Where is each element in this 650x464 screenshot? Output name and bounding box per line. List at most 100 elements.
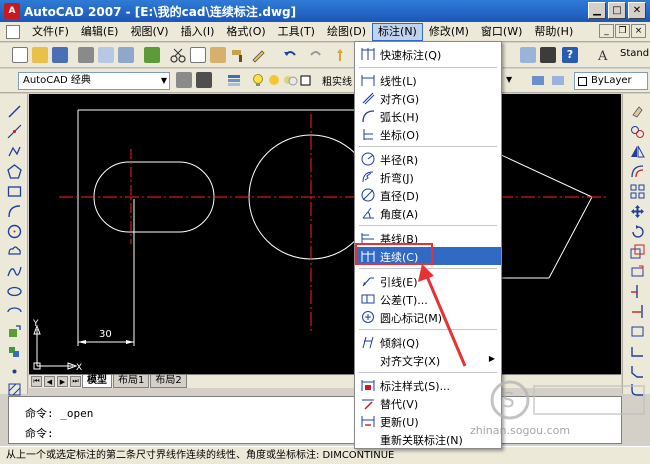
line-icon[interactable] (7, 104, 22, 119)
cut-icon[interactable] (170, 47, 186, 63)
text-style-icon[interactable]: A (596, 47, 612, 64)
menu-item-aligned[interactable]: 对齐(G) (355, 89, 501, 107)
hatch-icon[interactable] (7, 382, 22, 397)
tab-model[interactable]: 模型 (82, 375, 112, 388)
publish-icon[interactable] (118, 47, 134, 63)
layer-color-icon[interactable] (298, 72, 314, 88)
menu-window[interactable]: 窗口(W) (475, 23, 528, 41)
polygon-icon[interactable] (7, 164, 22, 179)
block-editor-icon[interactable] (250, 47, 266, 63)
plot-icon[interactable] (144, 47, 160, 63)
menu-view[interactable]: 视图(V) (124, 23, 174, 41)
copy-object-icon[interactable] (630, 124, 645, 139)
help-icon[interactable]: ? (562, 47, 578, 63)
move-icon[interactable] (630, 204, 645, 219)
menu-item-radius[interactable]: 半径(R) (355, 150, 501, 168)
layer-lock-icon[interactable] (282, 72, 298, 88)
layer-previous-icon[interactable] (550, 72, 566, 88)
revision-cloud-icon[interactable] (7, 244, 22, 259)
layer-dropdown-chevron-icon[interactable]: ▼ (506, 72, 522, 88)
menu-item-label: 快速标注(Q) (380, 49, 442, 62)
menu-item-linear[interactable]: 线性(L) (355, 71, 501, 89)
document-icon[interactable] (6, 24, 20, 39)
extend-icon[interactable] (630, 304, 645, 319)
doc-minimize-button[interactable]: _ (599, 24, 614, 38)
redo-icon[interactable] (308, 47, 324, 63)
doc-close-button[interactable]: × (631, 24, 646, 38)
menu-draw[interactable]: 绘图(D) (321, 23, 372, 41)
linetype-select[interactable]: ByLayer (574, 72, 648, 90)
menu-format[interactable]: 格式(O) (220, 23, 271, 41)
menu-item-arc-length[interactable]: 弧长(H) (355, 107, 501, 125)
polyline-icon[interactable] (7, 144, 22, 159)
last-tab-icon[interactable]: ⏭ (70, 376, 81, 387)
make-block-icon[interactable] (7, 344, 22, 359)
construction-line-icon[interactable] (7, 124, 22, 139)
doc-restore-button[interactable]: ❐ (615, 24, 630, 38)
print-preview-icon[interactable] (98, 47, 114, 63)
scale-icon[interactable] (630, 244, 645, 259)
menu-item-jogged[interactable]: 折弯(J) (355, 168, 501, 186)
next-tab-icon[interactable]: ▶ (57, 376, 68, 387)
sheet-set-icon[interactable] (520, 47, 536, 63)
point-icon[interactable] (7, 364, 22, 379)
rotate-icon[interactable] (630, 224, 645, 239)
ellipse-icon[interactable] (7, 284, 22, 299)
insert-block-icon[interactable] (7, 324, 22, 339)
menu-insert[interactable]: 插入(I) (175, 23, 221, 41)
lightbulb-icon[interactable] (250, 72, 266, 88)
workspace-select[interactable]: AutoCAD 经典 ▼ (18, 72, 170, 90)
menu-edit[interactable]: 编辑(E) (75, 23, 125, 41)
sun-icon[interactable] (266, 72, 282, 88)
tab-layout1[interactable]: 布局1 (113, 375, 150, 388)
make-object-layer-current-icon[interactable] (530, 72, 546, 88)
pan-icon[interactable] (332, 47, 348, 63)
print-icon[interactable] (78, 47, 94, 63)
ellipse-arc-icon[interactable] (7, 304, 22, 319)
erase-icon[interactable] (630, 104, 645, 119)
circle-icon[interactable] (7, 224, 22, 239)
command-prompt[interactable]: 命令: (25, 425, 54, 441)
menu-file[interactable]: 文件(F) (26, 23, 75, 41)
prev-tab-icon[interactable]: ◀ (44, 376, 55, 387)
layer-manager-icon[interactable] (226, 72, 242, 88)
break-icon[interactable] (630, 324, 645, 339)
workspace-save-icon[interactable] (196, 72, 212, 88)
paste-icon[interactable] (210, 47, 226, 63)
spline-icon[interactable] (7, 264, 22, 279)
svg-text:A: A (597, 49, 608, 63)
tab-layout2[interactable]: 布局2 (150, 375, 187, 388)
menu-tools[interactable]: 工具(T) (272, 23, 321, 41)
workspace-settings-icon[interactable] (176, 72, 192, 88)
menu-item-quick-dimension[interactable]: 快速标注(Q) (355, 45, 501, 63)
copy-icon[interactable] (190, 47, 206, 63)
menu-help[interactable]: 帮助(H) (528, 23, 579, 41)
autocad-logo-icon[interactable]: A (4, 3, 20, 19)
save-icon[interactable] (52, 47, 68, 63)
join-icon[interactable] (630, 344, 645, 359)
menu-item-angular[interactable]: 角度(A) (355, 204, 501, 222)
match-properties-icon[interactable] (230, 47, 246, 63)
menu-modify[interactable]: 修改(M) (423, 23, 475, 41)
new-file-icon[interactable] (12, 47, 28, 63)
stretch-icon[interactable] (630, 264, 645, 279)
layers-toolbar: AutoCAD 经典 ▼ 粗实线 ▼ ByLayer (0, 69, 650, 93)
mirror-icon[interactable] (630, 144, 645, 159)
calculator-icon[interactable] (540, 47, 556, 63)
rectangle-icon[interactable] (7, 184, 22, 199)
drawing-canvas[interactable]: 30 Y X (29, 94, 621, 374)
menu-dimension[interactable]: 标注(N) (372, 22, 423, 41)
offset-icon[interactable] (630, 164, 645, 179)
menu-item-diameter[interactable]: 直径(D) (355, 186, 501, 204)
menu-item-ordinate[interactable]: 坐标(O) (355, 125, 501, 143)
trim-icon[interactable] (630, 284, 645, 299)
close-button[interactable]: ✕ (628, 2, 646, 19)
undo-icon[interactable] (282, 47, 298, 63)
maximize-button[interactable]: □ (608, 2, 626, 19)
arc-icon[interactable] (7, 204, 22, 219)
first-tab-icon[interactable]: ⏮ (31, 376, 42, 387)
array-icon[interactable] (630, 184, 645, 199)
open-folder-icon[interactable] (32, 47, 48, 63)
minimize-button[interactable]: ▁ (588, 2, 606, 19)
text-style-value[interactable]: Stand (620, 48, 649, 59)
